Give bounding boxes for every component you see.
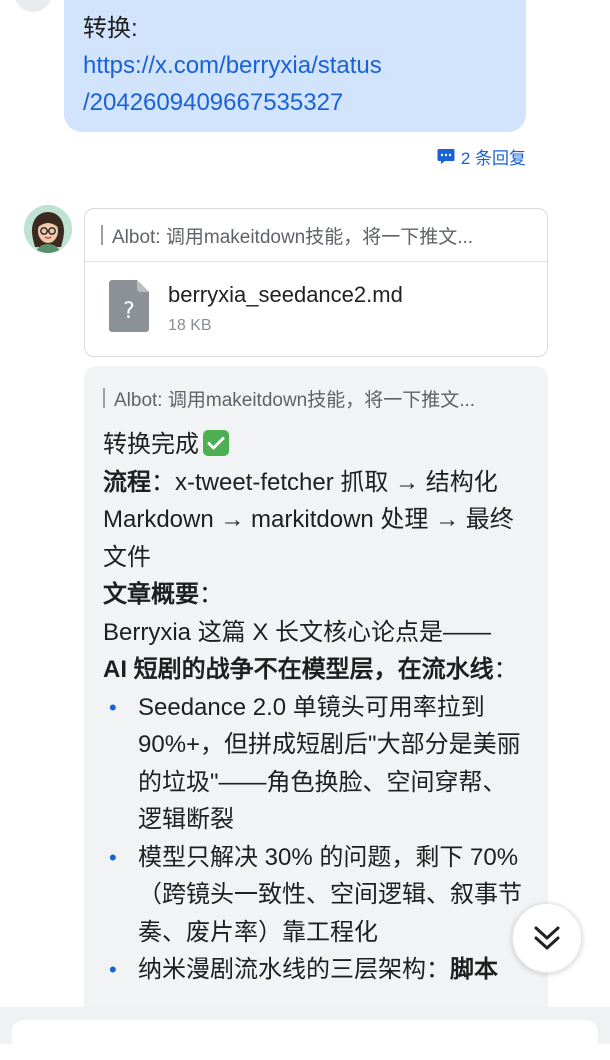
bullet-list: • Seedance 2.0 单镜头可用率拉到 90%+，但拼成短剧后"大部分是美… [103,689,528,989]
scroll-to-bottom-button[interactable] [512,903,582,973]
bot-avatar[interactable] [24,205,72,253]
quoted-message: Albot: 调用makeitdown技能，将一下推文... [85,209,547,261]
summary-intro: Berryxia 这篇 X 长文核心论点是—— [103,618,492,646]
reply-count-label: 2 条回复 [460,149,526,168]
message-input[interactable] [12,1020,598,1060]
list-item-text: 模型只解决 30% 的问题，剩下 70%（跨镜头一致性、空间逻辑、叙事节奏、废片… [138,843,522,946]
bot-reply-bubble: Albot: 调用makeitdown技能，将一下推文... 转换完成 流程：x… [84,366,548,1056]
check-mark-icon [203,430,229,456]
file-name: berryxia_seedance2.md [168,282,403,307]
thesis-colon: ： [493,656,518,683]
tweet-link-line1[interactable]: https://x.com/berryxia/status [83,47,508,84]
reply-content: 转换完成 流程：x-tweet-fetcher 抓取 → 结构化 Markdow… [103,426,528,989]
quoted-message-text: Albot: 调用makeitdown技能，将一下推文... [112,226,474,248]
summary-heading: 文章概要： [103,576,528,614]
thesis-line: AI 短剧的战争不在模型层，在流水线： [103,651,528,689]
list-item-text: 纳米漫剧流水线的三层架构： [138,956,450,983]
list-item: • Seedance 2.0 单镜头可用率拉到 90%+，但拼成短剧后"大部分是美… [109,693,521,834]
user-message-prefix: 转换: [83,15,138,42]
list-item-bold: 脚本 [450,956,498,983]
previous-user-avatar [14,0,52,12]
avatar-icon [24,205,72,253]
file-icon-glyph: ? [123,299,135,324]
thesis-text: AI 短剧的战争不在模型层，在流水线 [103,656,494,683]
quote-bar [103,388,105,408]
status-text: 转换完成 [103,431,199,458]
double-chevron-down-icon [534,926,560,950]
quoted-message: Albot: 调用makeitdown技能，将一下推文... [103,366,528,430]
unknown-file-icon: ? [109,280,149,332]
list-item: • 模型只解决 30% 的问题，剩下 70%（跨镜头一致性、空间逻辑、叙事节奏、废… [109,843,522,946]
file-row[interactable]: ? berryxia_seedance2.md 18 KB [85,262,547,335]
tweet-link-line2[interactable]: /2042609409667535327 [83,84,508,121]
quote-bar [101,225,103,245]
summary-colon: ： [199,581,223,608]
thread-replies-link[interactable]: 2 条回复 [437,144,526,169]
summary-label: 文章概要 [103,581,199,608]
flow-line: 流程：x-tweet-fetcher 抓取 → 结构化 Markdown → m… [103,464,528,577]
list-item: • 纳米漫剧流水线的三层架构：脚本 [109,956,498,983]
flow-label: 流程 [103,468,151,496]
file-size: 18 KB [168,317,212,334]
status-line: 转换完成 [103,426,528,464]
comment-icon [437,149,455,164]
message-input-bar [0,1007,610,1060]
user-message-bubble: 转换: https://x.com/berryxia/status /20426… [64,0,526,132]
file-attachment-card[interactable]: Albot: 调用makeitdown技能，将一下推文... ? berryxi… [84,208,548,357]
quoted-message-text: Albot: 调用makeitdown技能，将一下推文... [114,389,476,411]
list-item-text: Seedance 2.0 单镜头可用率拉到 90%+，但拼成短剧后"大部分是美丽… [138,693,521,834]
flow-text: ：x-tweet-fetcher 抓取 → 结构化 Markdown → mar… [103,468,514,571]
